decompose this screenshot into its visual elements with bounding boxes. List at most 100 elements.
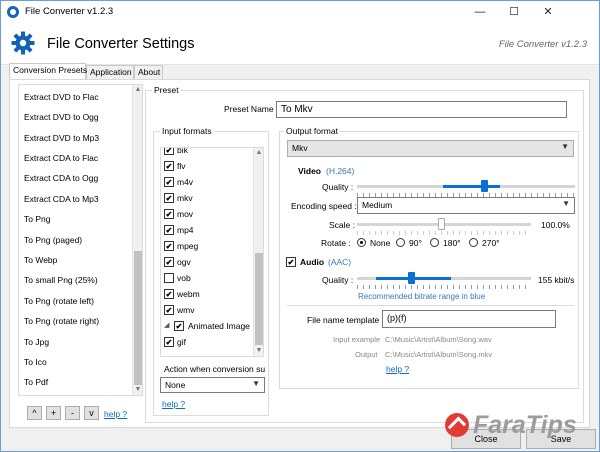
audio-quality-ticks xyxy=(357,285,531,289)
format-label: vob xyxy=(177,273,191,283)
tab-conversion-presets[interactable]: Conversion Presets xyxy=(9,63,87,79)
audio-quality-slider[interactable] xyxy=(408,272,415,284)
list-item[interactable]: To Jpg xyxy=(24,337,49,347)
preset-list-scrollbar[interactable]: ▲ ▼ xyxy=(132,85,142,395)
format-item-gif[interactable]: gif xyxy=(164,337,186,349)
checkbox[interactable] xyxy=(164,337,174,347)
list-item[interactable]: Extract DVD to Mp3 xyxy=(24,133,99,143)
remove-preset-button[interactable]: - xyxy=(65,406,80,420)
preset-name-field[interactable]: To Mkv xyxy=(276,101,567,118)
format-label: mov xyxy=(177,209,194,219)
checkbox[interactable] xyxy=(164,193,174,203)
action-select[interactable]: None ▼ xyxy=(160,377,265,393)
checkbox[interactable] xyxy=(174,321,184,331)
format-item-mkv[interactable]: mkv xyxy=(164,193,193,205)
divider xyxy=(287,305,574,306)
title-bar: File Converter v1.2.3 — ☐ ✕ xyxy=(1,1,599,23)
list-item[interactable]: To small Png (25%) xyxy=(24,275,98,285)
add-preset-button[interactable]: + xyxy=(46,406,61,420)
format-label: gif xyxy=(177,337,186,347)
format-item-mov[interactable]: mov xyxy=(164,209,194,221)
input-formats-list[interactable]: bik flv m4v mkv mov mp4 mpeg ogv vob web… xyxy=(160,147,264,357)
checkbox[interactable] xyxy=(164,305,174,315)
rotate-180-radio[interactable] xyxy=(430,238,439,247)
chevron-down-icon: ▼ xyxy=(561,142,569,151)
list-item[interactable]: Extract CDA to Flac xyxy=(24,153,98,163)
move-down-button[interactable]: v xyxy=(84,406,99,420)
format-item-bik[interactable]: bik xyxy=(164,147,188,157)
list-item[interactable]: To Png (paged) xyxy=(24,235,82,245)
format-item-mp4[interactable]: mp4 xyxy=(164,225,194,237)
minimize-button[interactable]: — xyxy=(463,1,497,23)
scrollbar-thumb[interactable] xyxy=(134,251,142,385)
list-item[interactable]: Extract DVD to Flac xyxy=(24,92,99,102)
rotate-label: Rotate : xyxy=(321,238,351,248)
format-item-m4v[interactable]: m4v xyxy=(164,177,193,189)
expand-arrow-icon[interactable]: ◢ xyxy=(164,321,169,329)
format-label: mp4 xyxy=(177,225,194,235)
maximize-button[interactable]: ☐ xyxy=(497,1,531,23)
presets-help-link[interactable]: help ? xyxy=(104,409,127,419)
format-label: bik xyxy=(177,147,188,155)
chevron-down-icon: ▼ xyxy=(562,199,570,208)
scroll-up-icon[interactable]: ▲ xyxy=(133,85,142,95)
scroll-down-icon[interactable]: ▼ xyxy=(133,385,142,395)
checkbox[interactable] xyxy=(164,289,174,299)
action-label: Action when conversion su xyxy=(164,364,266,374)
list-item[interactable]: Extract DVD to Ogg xyxy=(24,112,99,122)
watermark: FaraTips xyxy=(440,407,596,451)
video-codec: (H.264) xyxy=(326,166,355,176)
rotate-270-radio[interactable] xyxy=(469,238,478,247)
checkbox[interactable] xyxy=(164,273,174,283)
checkbox[interactable] xyxy=(164,161,174,171)
format-item-wmv[interactable]: wmv xyxy=(164,305,194,317)
list-item[interactable]: To Png (rotate right) xyxy=(24,316,99,326)
list-item[interactable]: To Pdf xyxy=(24,377,48,387)
format-item-vob[interactable]: vob xyxy=(164,273,191,285)
checkbox[interactable] xyxy=(164,241,174,251)
video-title: Video xyxy=(298,166,321,176)
template-label: File name template xyxy=(307,315,380,325)
list-item[interactable]: To Png xyxy=(24,214,50,224)
format-item-mpeg[interactable]: mpeg xyxy=(164,241,198,253)
video-quality-slider[interactable] xyxy=(481,180,488,192)
template-field[interactable]: (p)(f) xyxy=(382,310,556,328)
rotate-90-radio[interactable] xyxy=(396,238,405,247)
scroll-up-icon[interactable]: ▲ xyxy=(254,148,263,158)
watermark-text: FaraTips xyxy=(473,411,577,439)
close-window-button[interactable]: ✕ xyxy=(531,1,565,23)
scale-slider[interactable] xyxy=(438,218,445,230)
formats-help-link[interactable]: help ? xyxy=(162,399,185,409)
output-format-value: Mkv xyxy=(292,143,308,153)
gear-icon xyxy=(11,31,35,55)
scale-ticks xyxy=(357,231,531,235)
output-format-select[interactable]: Mkv ▼ xyxy=(287,140,574,157)
checkbox[interactable] xyxy=(164,148,174,155)
list-item[interactable]: To Webp xyxy=(24,255,57,265)
template-help-link[interactable]: help ? xyxy=(386,364,409,374)
move-up-button[interactable]: ^ xyxy=(27,406,42,420)
audio-title: Audio xyxy=(300,257,325,267)
scroll-down-icon[interactable]: ▼ xyxy=(254,346,263,356)
encoding-speed-select[interactable]: Medium ▼ xyxy=(357,197,575,214)
format-item-flv[interactable]: flv xyxy=(164,161,186,173)
checkbox[interactable] xyxy=(164,209,174,219)
app-icon xyxy=(7,6,19,18)
list-item[interactable]: To Ico xyxy=(24,357,47,367)
tab-application[interactable]: Application xyxy=(86,65,134,79)
rotate-none-radio[interactable] xyxy=(357,238,366,247)
list-item[interactable]: Extract CDA to Mp3 xyxy=(24,194,99,204)
list-item[interactable]: To Png (rotate left) xyxy=(24,296,94,306)
audio-enable-checkbox[interactable] xyxy=(286,257,296,267)
format-item-webm[interactable]: webm xyxy=(164,289,200,301)
preset-list[interactable]: Extract DVD to Flac Extract DVD to Ogg E… xyxy=(18,84,143,396)
scrollbar-thumb[interactable] xyxy=(255,253,263,345)
checkbox[interactable] xyxy=(164,225,174,235)
checkbox[interactable] xyxy=(164,257,174,267)
output-example-value: C:\Music\Artist\Album\Song.mkv xyxy=(385,350,493,359)
checkbox[interactable] xyxy=(164,177,174,187)
tab-about[interactable]: About xyxy=(134,65,163,79)
list-item[interactable]: Extract CDA to Ogg xyxy=(24,173,98,183)
formats-scrollbar[interactable]: ▲ ▼ xyxy=(253,148,263,356)
format-item-ogv[interactable]: ogv xyxy=(164,257,191,269)
